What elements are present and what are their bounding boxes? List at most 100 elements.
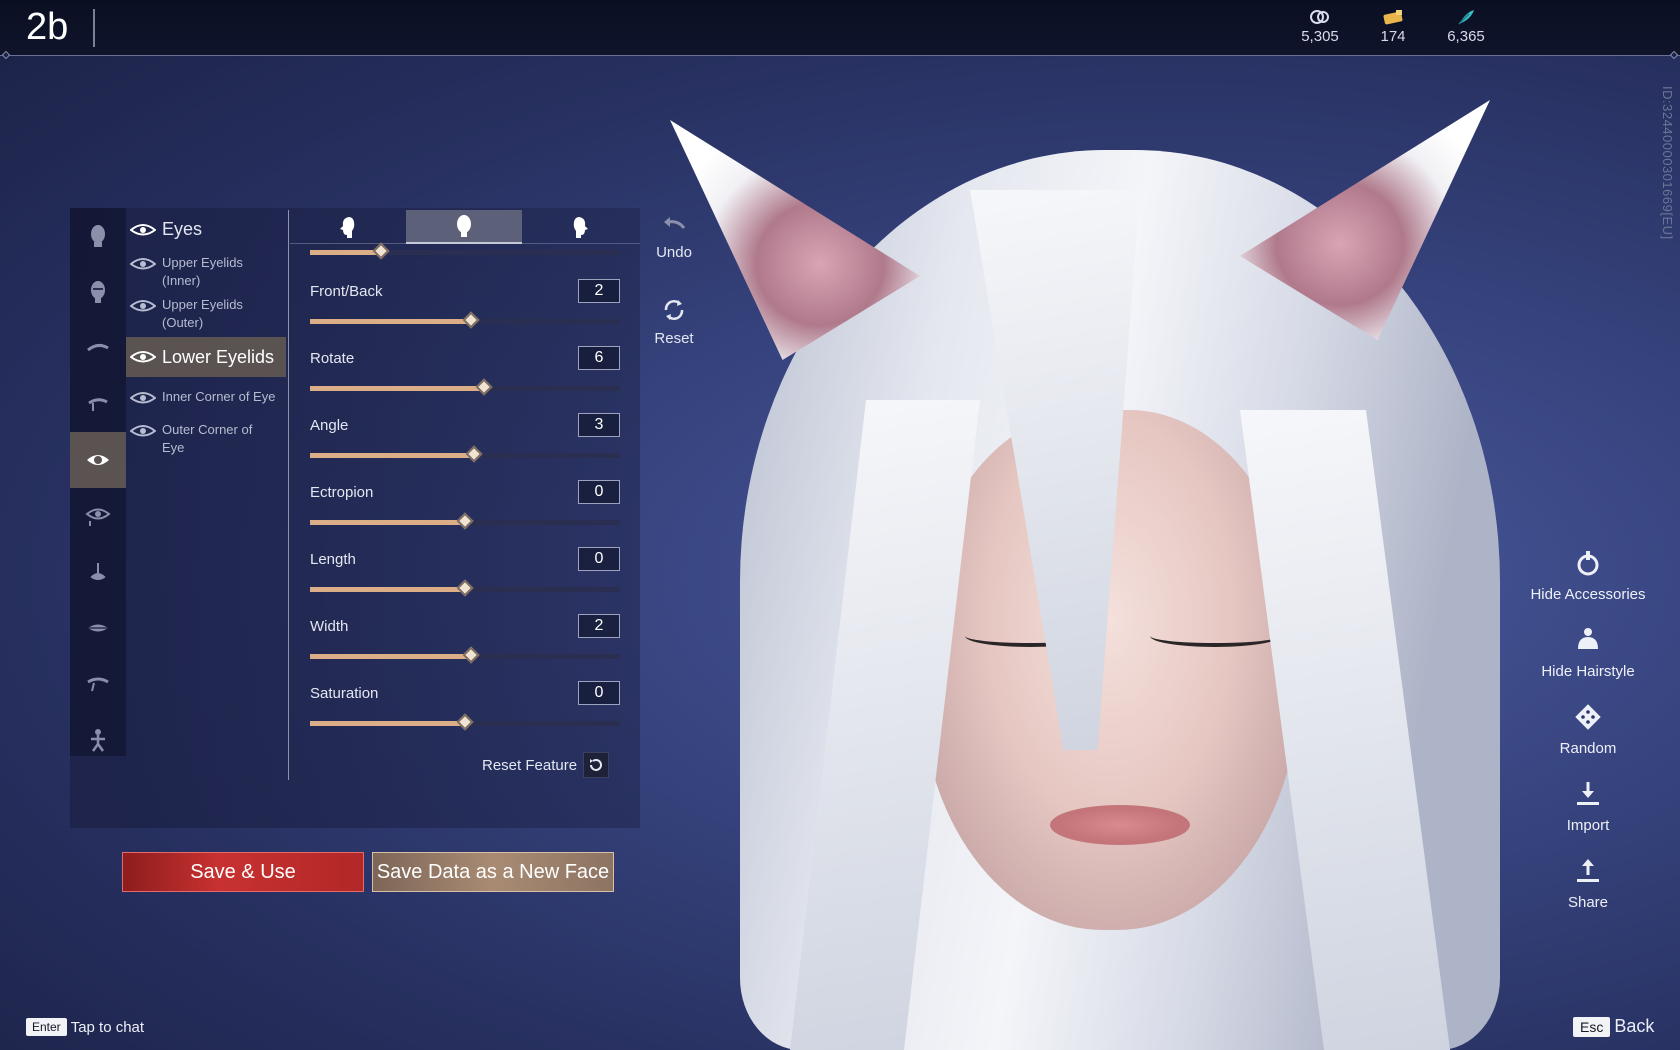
tab-view-right[interactable] — [522, 210, 638, 244]
feather-icon — [1458, 10, 1474, 25]
tab-view-front[interactable] — [406, 210, 522, 244]
chat-hint-label: Tap to chat — [70, 1018, 145, 1036]
share-button[interactable]: Share — [1520, 856, 1656, 911]
category-column — [70, 208, 126, 756]
currency-ticket: 174 — [1363, 8, 1423, 45]
hide-accessories-label: Hide Accessories — [1530, 586, 1646, 603]
sub-feature-upper-eyelids-outer[interactable]: Upper Eyelids (Outer) — [126, 296, 286, 332]
currency-spiral-value: 5,305 — [1301, 28, 1339, 45]
tab-view-left[interactable] — [290, 210, 406, 244]
slider-track[interactable] — [310, 242, 620, 260]
sub-feature-label: Lower Eyelids — [162, 347, 275, 367]
eye-outline-icon — [130, 425, 156, 437]
category-brow-shape[interactable] — [70, 376, 126, 432]
slider-label: Saturation — [310, 685, 379, 702]
category-iris[interactable] — [70, 488, 126, 544]
slider-thumb[interactable] — [465, 445, 483, 463]
save-and-use-button[interactable]: Save & Use — [122, 852, 364, 892]
eye-outline-icon — [130, 258, 156, 270]
slider-thumb[interactable] — [456, 579, 474, 597]
slider-thumb[interactable] — [475, 378, 493, 396]
character-preview[interactable] — [640, 80, 1540, 1050]
currency-ticket-value: 174 — [1380, 28, 1406, 45]
category-body[interactable] — [70, 712, 126, 768]
import-icon — [1577, 782, 1599, 805]
sub-feature-outer-corner[interactable]: Outer Corner of Eye — [126, 421, 286, 457]
category-mouth[interactable] — [70, 600, 126, 656]
view-angle-tabs — [290, 210, 640, 244]
random-label: Random — [1559, 740, 1617, 757]
reset-button[interactable]: Reset — [650, 296, 698, 347]
slider-track[interactable] — [310, 311, 620, 329]
slider-value-input[interactable]: 6 — [578, 346, 620, 370]
slider-thumb[interactable] — [456, 713, 474, 731]
head-profile-left-icon — [340, 217, 355, 238]
hide-hairstyle-icon — [1578, 628, 1598, 649]
slider-label: Rotate — [310, 350, 355, 367]
spiral-token-icon — [1310, 10, 1329, 24]
slider-label: Length — [310, 551, 356, 568]
slider-label: Angle — [310, 417, 349, 434]
slider-thumb[interactable] — [462, 646, 480, 664]
slider-thumb[interactable] — [456, 512, 474, 530]
head-profile-right-icon — [573, 217, 588, 238]
slider-value-input[interactable]: 0 — [578, 480, 620, 504]
slider-fill — [310, 654, 472, 659]
slider-track[interactable] — [310, 646, 620, 664]
hide-accessories-button[interactable]: Hide Accessories — [1520, 548, 1656, 603]
import-button[interactable]: Import — [1520, 779, 1656, 834]
nose-icon — [90, 563, 106, 580]
slider-value-input[interactable]: 0 — [578, 681, 620, 705]
slider-track[interactable] — [310, 445, 620, 463]
hide-accessories-icon — [1577, 551, 1599, 576]
sub-feature-inner-corner[interactable]: Inner Corner of Eye — [126, 388, 286, 406]
refresh-icon — [664, 300, 684, 320]
slider-track[interactable] — [310, 512, 620, 530]
currency-spiral: 5,305 — [1290, 8, 1350, 45]
reset-feature-button[interactable]: Reset Feature — [482, 752, 610, 778]
slider-front-back: Front/Back 2 — [310, 279, 620, 339]
slider-angle: Angle 3 — [310, 413, 620, 473]
face-detail-icon — [91, 281, 105, 303]
sub-feature-eyes[interactable]: Eyes — [126, 220, 286, 238]
slider-saturation: Saturation 0 — [310, 681, 620, 741]
undo-button[interactable]: Undo — [650, 210, 698, 261]
ear-shape-icon — [87, 677, 109, 692]
sub-feature-upper-eyelids-inner[interactable]: Upper Eyelids (Inner) — [126, 254, 286, 290]
slider-label: Front/Back — [310, 283, 383, 300]
category-eyebrows[interactable] — [70, 320, 126, 376]
category-nose[interactable] — [70, 544, 126, 600]
category-face-detail[interactable] — [70, 264, 126, 320]
category-eyes[interactable] — [70, 432, 126, 488]
hide-hairstyle-button[interactable]: Hide Hairstyle — [1520, 625, 1656, 680]
category-ears[interactable] — [70, 656, 126, 712]
slider-partial[interactable] — [310, 242, 620, 260]
slider-track[interactable] — [310, 378, 620, 396]
slider-track[interactable] — [310, 713, 620, 731]
slider-value-input[interactable]: 0 — [578, 547, 620, 571]
reset-feature-icon-box[interactable] — [583, 752, 610, 778]
slider-value-input[interactable]: 2 — [578, 614, 620, 638]
sub-feature-label: Eyes — [162, 219, 203, 239]
slider-track[interactable] — [310, 579, 620, 597]
eye-outline-icon — [130, 392, 156, 404]
sub-feature-lower-eyelids[interactable]: Lower Eyelids — [126, 337, 286, 377]
slider-thumb[interactable] — [462, 311, 480, 329]
slider-length: Length 0 — [310, 547, 620, 607]
slider-value-input[interactable]: 3 — [578, 413, 620, 437]
import-label: Import — [1566, 817, 1610, 834]
slider-value-input[interactable]: 2 — [578, 279, 620, 303]
random-button[interactable]: Random — [1520, 702, 1656, 757]
character-eye-right — [1150, 625, 1280, 647]
iris-icon — [85, 508, 111, 526]
save-new-face-button[interactable]: Save Data as a New Face — [372, 852, 614, 892]
random-dice-icon — [1575, 704, 1601, 730]
currency-feather: 6,365 — [1436, 8, 1496, 45]
back-hint[interactable]: Esc Back — [1573, 1016, 1654, 1037]
sub-feature-label: Upper Eyelids (Outer) — [162, 297, 243, 330]
category-face-shape[interactable] — [70, 208, 126, 264]
top-line-dot-left — [1, 50, 11, 60]
chat-hint[interactable]: Enter Tap to chat — [26, 1018, 144, 1036]
slider-label: Width — [310, 618, 349, 635]
share-label: Share — [1567, 894, 1609, 911]
